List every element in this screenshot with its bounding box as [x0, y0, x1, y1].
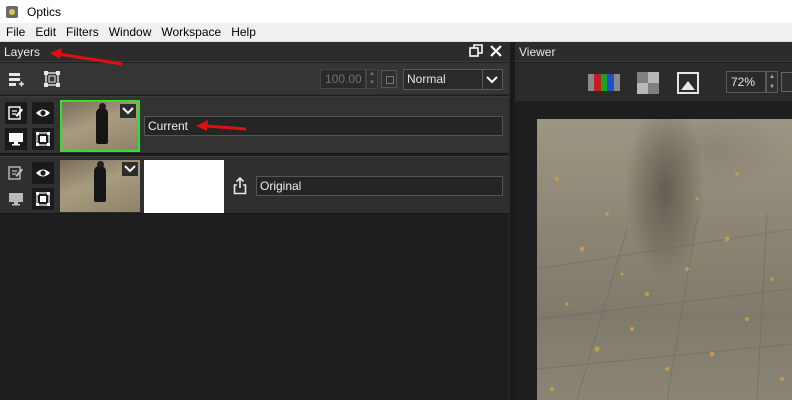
eye-icon — [36, 109, 50, 117]
opacity-stepper[interactable]: ▲ ▼ — [366, 69, 378, 89]
monitor-icon — [9, 193, 23, 206]
pavement-texture — [537, 172, 792, 400]
thumbnail-menu-button[interactable] — [122, 162, 138, 176]
thumbnail-menu-button[interactable] — [120, 104, 136, 118]
visibility-toggle[interactable] — [32, 102, 54, 124]
menu-window[interactable]: Window — [104, 25, 157, 39]
mask-toggle[interactable] — [32, 188, 54, 210]
menu-filters[interactable]: Filters — [61, 25, 104, 39]
menu-file[interactable]: File — [0, 25, 30, 39]
edit-icon — [8, 166, 23, 180]
checker-icon[interactable] — [637, 72, 659, 94]
layer-name-field[interactable]: Current — [144, 116, 503, 136]
image-icon[interactable] — [677, 72, 699, 94]
layer-row-original[interactable]: Original — [0, 156, 509, 214]
menu-edit[interactable]: Edit — [30, 25, 61, 39]
menu-help[interactable]: Help — [226, 25, 261, 39]
viewer-panel-header: Viewer — [515, 42, 792, 62]
mask-icon — [36, 132, 50, 146]
blend-mode-value: Normal — [407, 72, 446, 86]
visibility-toggle[interactable] — [32, 162, 54, 184]
share-icon[interactable] — [233, 177, 247, 195]
viewer-panel: Viewer 72% ▲ ▼ — [515, 42, 792, 400]
rgb-channels-icon[interactable] — [588, 74, 621, 91]
chevron-down-icon — [122, 107, 134, 115]
thumbnail-figure — [96, 103, 108, 144]
layers-panel-header: Layers — [0, 42, 509, 62]
display-toggle[interactable] — [5, 188, 27, 210]
edit-layer-button[interactable] — [5, 102, 27, 124]
app-icon — [6, 5, 18, 18]
thumbnail-figure — [94, 161, 106, 202]
opacity-input[interactable]: 100.00 — [320, 69, 366, 89]
layer-thumbnail[interactable] — [60, 160, 140, 212]
monitor-icon — [9, 133, 23, 146]
float-icon[interactable] — [469, 44, 483, 58]
layers-toolbar: 100.00 ▲ ▼ Normal — [0, 63, 509, 95]
layer-row-current[interactable]: Current — [0, 96, 509, 154]
mask-icon — [36, 192, 50, 206]
menu-bar: File Edit Filters Window Workspace Help — [0, 23, 792, 42]
blend-mode-select[interactable]: Normal — [403, 69, 503, 90]
layer-name-field[interactable]: Original — [256, 176, 503, 196]
display-toggle[interactable] — [5, 128, 27, 150]
edit-layer-button[interactable] — [5, 162, 27, 184]
layer-thumbnail[interactable] — [60, 100, 140, 152]
zoom-fit-button[interactable] — [781, 72, 792, 92]
layers-panel: Layers 100.00 ▲ ▼ Normal Current Origina… — [0, 42, 509, 400]
transform-icon[interactable] — [43, 70, 61, 88]
canvas-image[interactable] — [537, 119, 792, 400]
eye-icon — [36, 169, 50, 177]
mask-toggle[interactable] — [32, 128, 54, 150]
edit-icon — [8, 106, 23, 120]
menu-workspace[interactable]: Workspace — [156, 25, 226, 39]
chevron-down-icon — [486, 76, 498, 84]
opacity-reset-button[interactable] — [381, 70, 397, 88]
layer-mask-thumbnail[interactable] — [144, 160, 224, 213]
title-bar: Optics — [0, 0, 792, 23]
add-layer-icon[interactable] — [7, 70, 25, 88]
chevron-down-icon — [124, 165, 136, 173]
viewer-panel-title: Viewer — [519, 44, 556, 59]
viewer-toolbar: 72% ▲ ▼ — [515, 63, 792, 101]
layers-panel-title: Layers — [4, 44, 41, 59]
zoom-stepper[interactable]: ▲ ▼ — [766, 71, 778, 93]
window-title: Optics — [27, 4, 62, 19]
close-icon[interactable] — [489, 44, 503, 58]
zoom-input[interactable]: 72% — [726, 71, 766, 93]
